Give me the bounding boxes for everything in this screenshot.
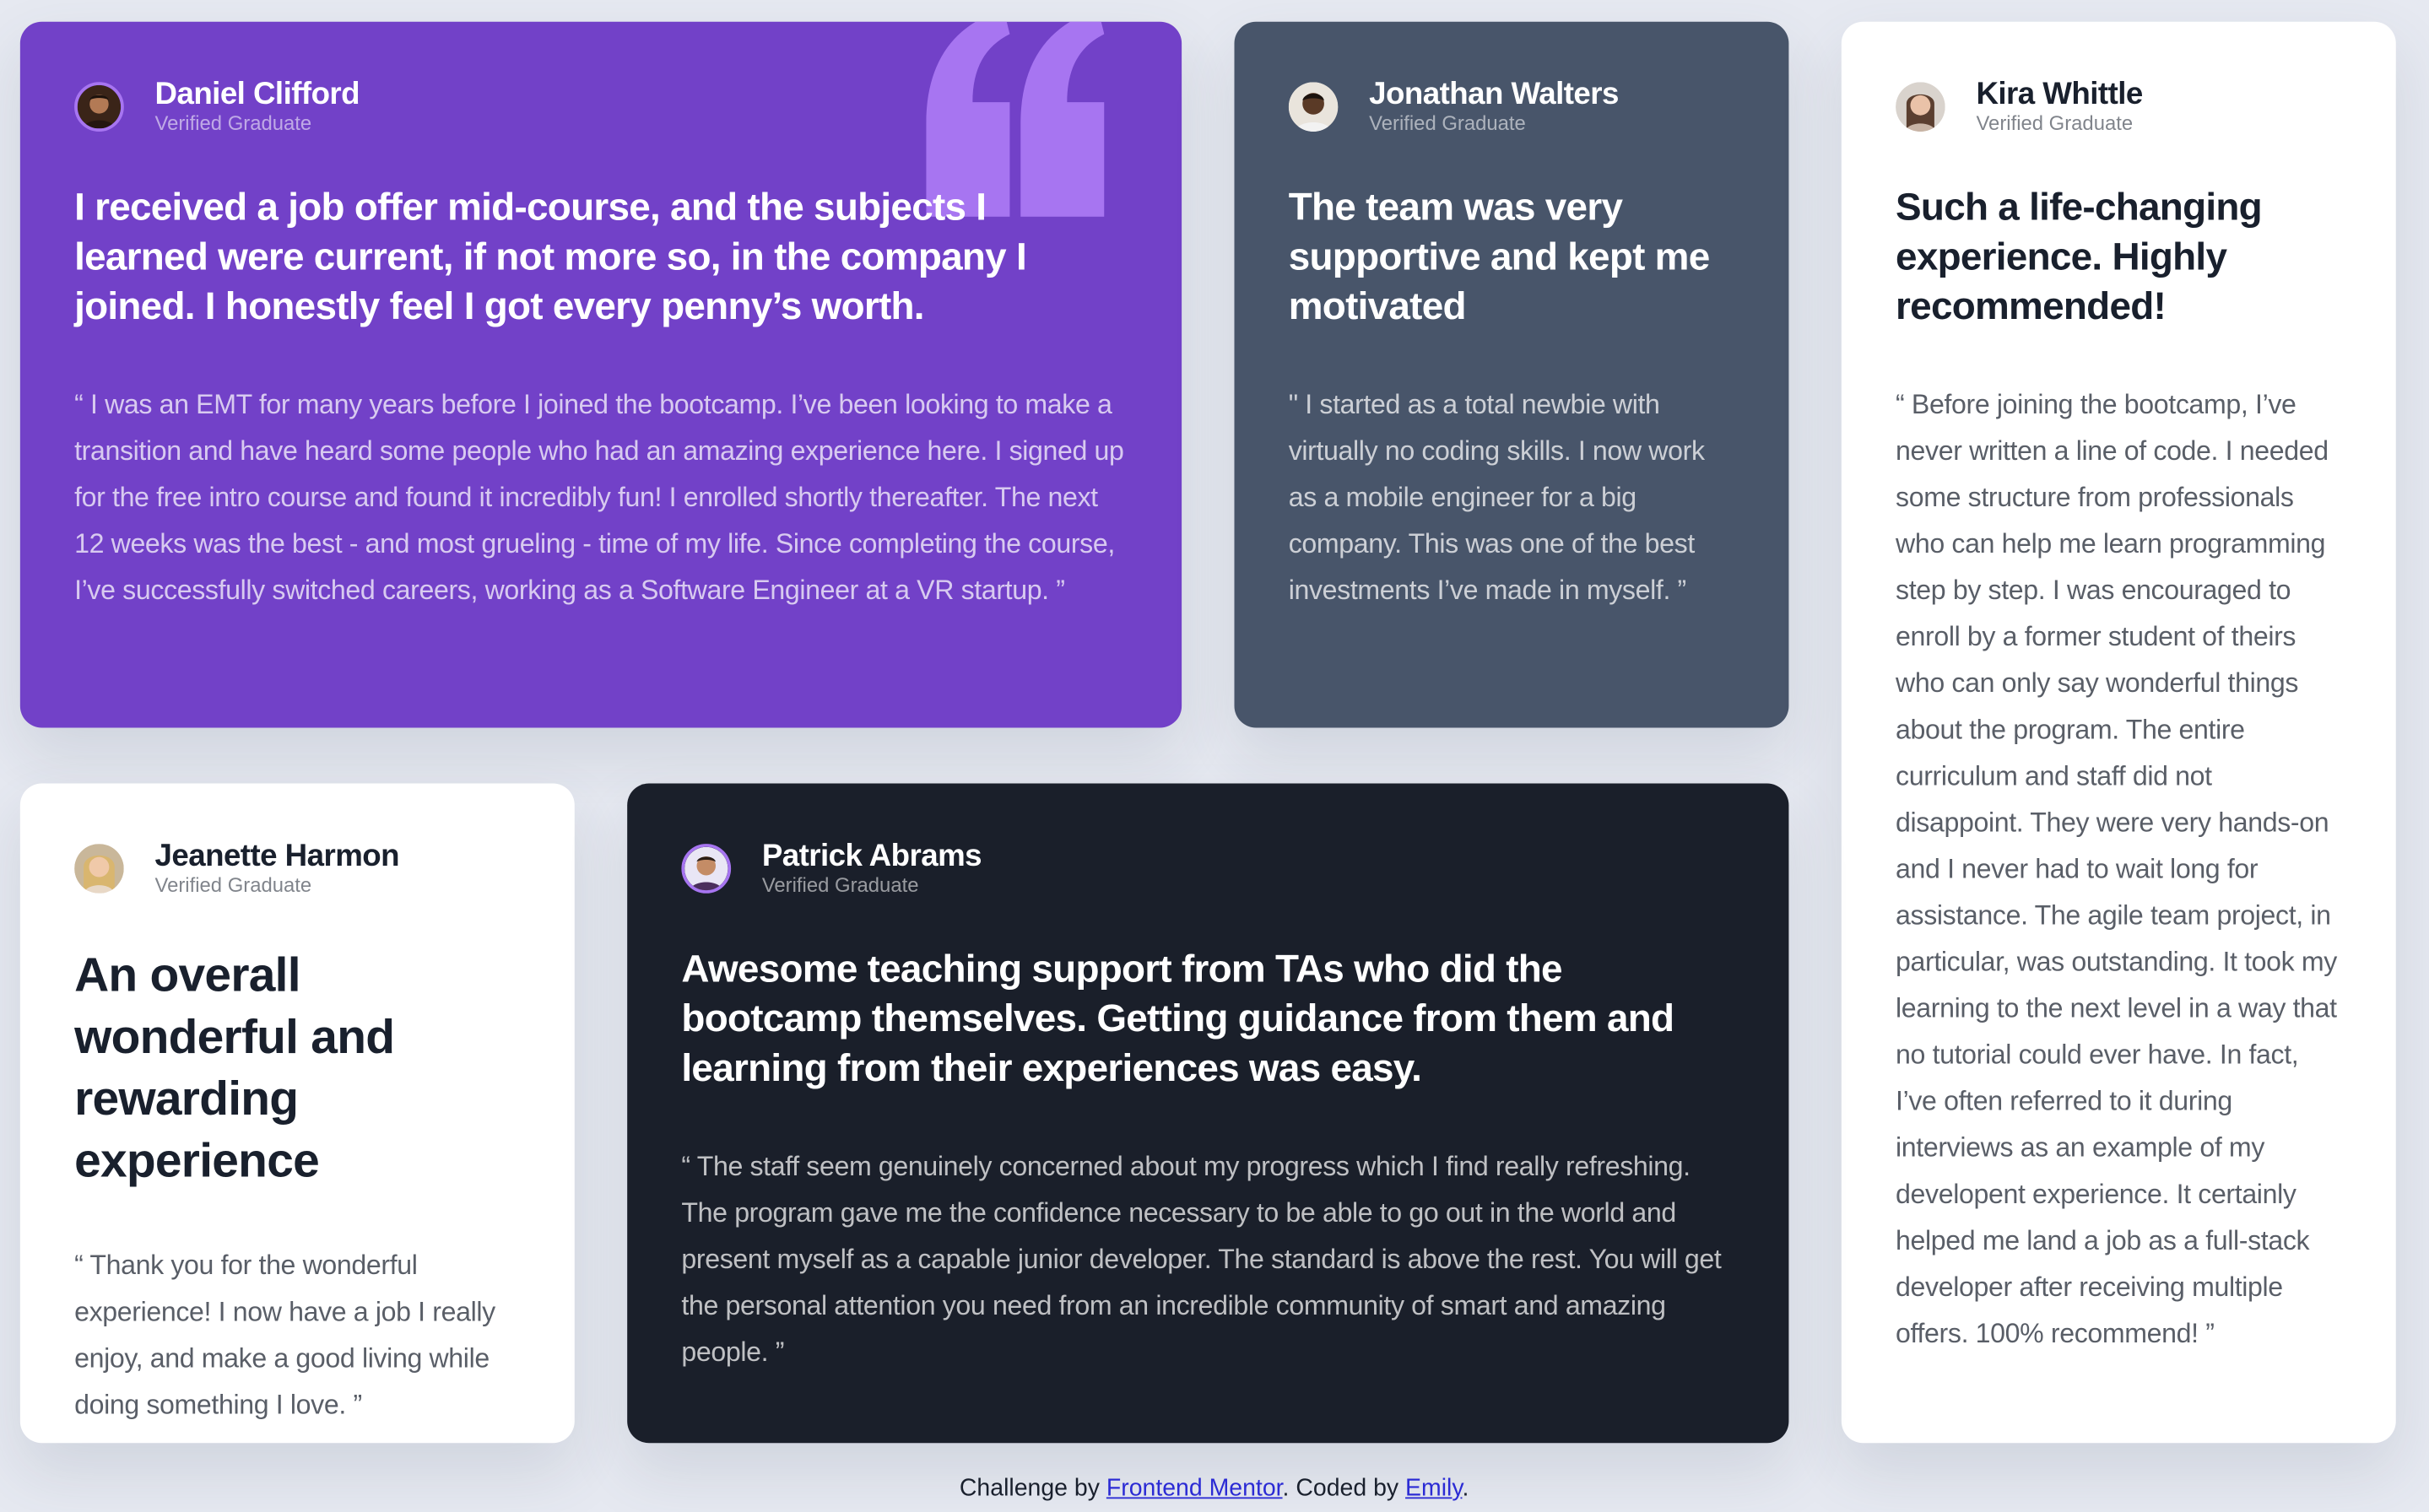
author-info: Patrick Abrams Verified Graduate <box>681 840 1734 899</box>
testimonial-headline: An overall wonderful and rewarding exper… <box>74 948 395 1188</box>
avatar-daniel-icon <box>74 82 124 132</box>
author-role: Verified Graduate <box>761 872 919 897</box>
author-name: Jonathan Walters <box>1369 77 1619 112</box>
attribution-suffix: . <box>1462 1475 1469 1502</box>
avatar-kira-icon <box>1896 82 1945 132</box>
testimonial-body: “ I was an EMT for many years before I j… <box>74 388 1124 606</box>
testimonial-card-kira: Kira Whittle Verified Graduate Such a li… <box>1841 21 2396 1444</box>
testimonial-card-daniel: Daniel Clifford Verified Graduate I rece… <box>19 21 1182 728</box>
avatar-patrick-icon <box>681 844 732 894</box>
testimonial-body: “ Thank you for the wonderful experience… <box>74 1249 495 1420</box>
author-link[interactable]: Emily <box>1405 1476 1462 1502</box>
author-name: Patrick Abrams <box>761 839 982 873</box>
testimonial-card-jonathan: Jonathan Walters Verified Graduate The t… <box>1234 21 1789 728</box>
author-info: Jeanette Harmon Verified Graduate <box>74 840 520 899</box>
author-name: Jeanette Harmon <box>154 839 400 873</box>
avatar-jonathan-icon <box>1288 82 1339 132</box>
author-role: Verified Graduate <box>1369 111 1526 135</box>
author-role: Verified Graduate <box>154 872 312 897</box>
testimonial-body: “ The staff seem genuinely concerned abo… <box>681 1150 1722 1368</box>
testimonial-body: " I started as a total newbie with virtu… <box>1288 388 1705 606</box>
testimonial-headline: Awesome teaching support from TAs who di… <box>681 948 1674 1090</box>
author-info: Kira Whittle Verified Graduate <box>1896 78 2341 137</box>
avatar-jeanette-icon <box>74 844 124 894</box>
author-name: Kira Whittle <box>1976 77 2143 112</box>
author-info: Jonathan Walters Verified Graduate <box>1288 77 1734 137</box>
author-info: Daniel Clifford Verified Graduate <box>74 78 1128 137</box>
attribution-middle: . Coded by <box>1282 1475 1399 1502</box>
attribution-prefix: Challenge by <box>959 1475 1100 1502</box>
testimonial-card-jeanette: Jeanette Harmon Verified Graduate An ove… <box>19 783 575 1444</box>
testimonial-headline: The team was very supportive and kept me… <box>1288 186 1711 329</box>
author-name: Daniel Clifford <box>154 77 360 112</box>
attribution-footer: Challenge by Frontend Mentor. Coded by E… <box>0 1476 2428 1504</box>
testimonials-grid: Daniel Clifford Verified Graduate I rece… <box>0 0 2428 1511</box>
frontend-mentor-link[interactable]: Frontend Mentor <box>1106 1476 1283 1502</box>
testimonial-headline: Such a life-changing experience. Highly … <box>1896 186 2263 329</box>
testimonial-headline: I received a job offer mid-course, and t… <box>74 186 1027 329</box>
author-role: Verified Graduate <box>154 111 312 135</box>
testimonial-card-patrick: Patrick Abrams Verified Graduate Awesome… <box>627 783 1789 1444</box>
author-role: Verified Graduate <box>1976 111 2134 135</box>
testimonial-body: “ Before joining the bootcamp, I’ve neve… <box>1896 388 2337 1349</box>
